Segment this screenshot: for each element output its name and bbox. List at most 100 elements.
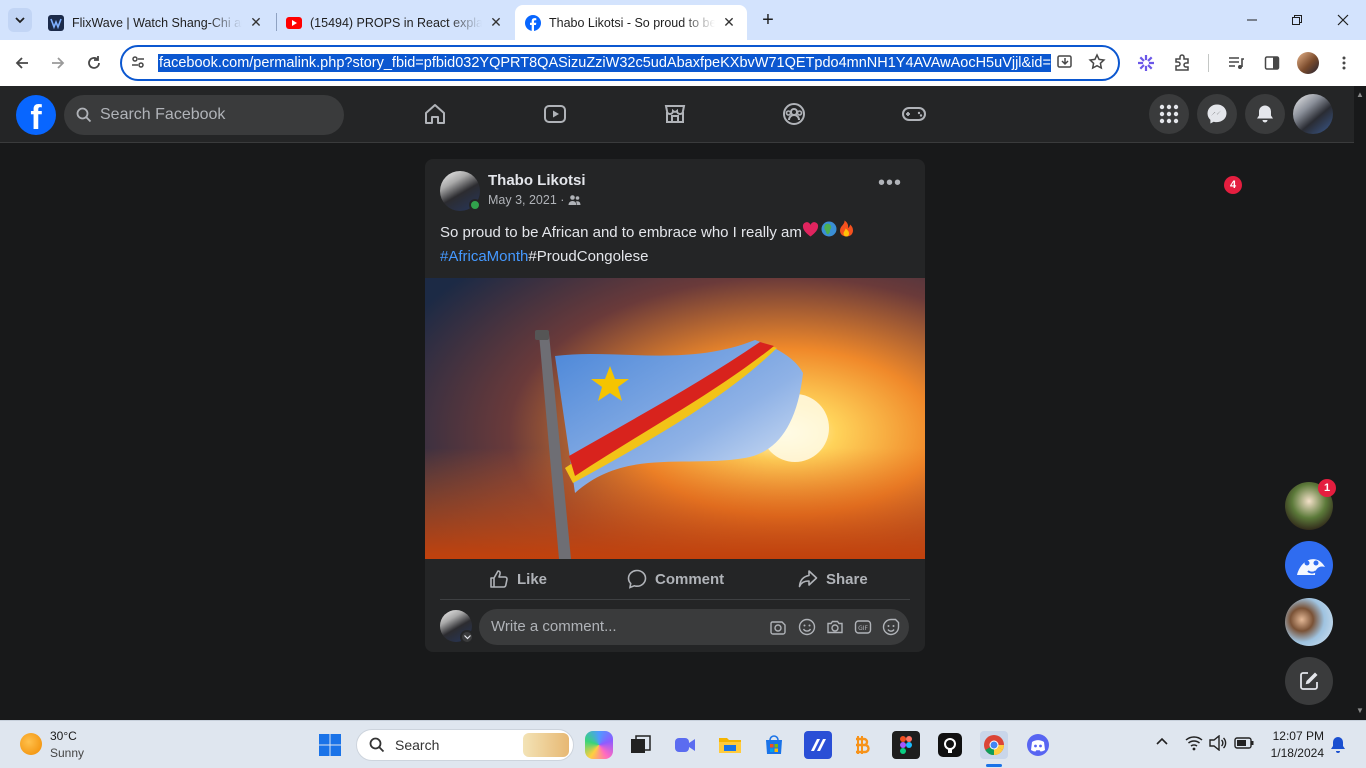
browser-toolbar: facebook.com/permalink.php?story_fbid=pf… <box>0 40 1366 86</box>
comment-input[interactable] <box>491 618 751 635</box>
windows-logo-icon <box>319 734 341 756</box>
thumbs-up-icon <box>490 570 508 588</box>
notification-bell-icon[interactable] <box>1330 736 1346 759</box>
sticker-icon[interactable] <box>881 617 901 637</box>
start-button[interactable] <box>316 731 344 759</box>
account-avatar[interactable] <box>1293 94 1333 134</box>
facebook-logo[interactable]: f <box>16 95 56 137</box>
new-message-button[interactable] <box>1285 657 1333 705</box>
forward-button[interactable] <box>44 49 72 77</box>
chrome-menu-icon[interactable] <box>1330 49 1358 77</box>
new-tab-button[interactable]: + <box>756 8 780 32</box>
battery-icon[interactable] <box>1234 736 1254 755</box>
group-chat-head[interactable] <box>1285 598 1333 646</box>
bitcoin-app-icon[interactable] <box>848 731 876 759</box>
hashtag-text[interactable]: #ProudCongolese <box>528 248 648 265</box>
post-options-icon[interactable]: ••• <box>876 173 904 201</box>
figma-icon[interactable] <box>892 731 920 759</box>
sun-weather-icon[interactable] <box>20 733 42 755</box>
facebook-search[interactable] <box>64 95 344 135</box>
tab-facebook-active[interactable]: Thabo Likotsi - So proud to be ✕ <box>515 5 747 40</box>
close-tab-icon[interactable]: ✕ <box>721 14 737 31</box>
nav-home[interactable] <box>421 100 449 128</box>
meta-ai-chat-head[interactable] <box>1285 541 1333 589</box>
github-icon[interactable] <box>936 731 964 759</box>
scroll-down-icon[interactable]: ▼ <box>1356 706 1364 715</box>
comment-box[interactable]: GIF <box>479 609 909 645</box>
messenger-icon <box>1207 104 1227 124</box>
marketplace-icon <box>664 105 686 123</box>
bookmark-star-icon[interactable] <box>1088 53 1106 76</box>
comment-button[interactable]: Comment <box>627 559 724 599</box>
minimize-button[interactable] <box>1229 0 1275 40</box>
file-explorer-icon[interactable] <box>716 731 744 759</box>
nav-gaming[interactable] <box>900 100 928 128</box>
emoji-icon[interactable] <box>797 617 817 637</box>
nav-groups[interactable] <box>780 100 808 128</box>
weather-temp[interactable]: 30°C <box>50 729 77 743</box>
post-card: Thabo Likotsi May 3, 2021 · ••• So proud… <box>425 159 925 652</box>
tab-flixwave[interactable]: FlixWave | Watch Shang-Chi and ✕ <box>38 5 274 40</box>
search-icon <box>76 107 92 123</box>
camera-icon[interactable] <box>825 617 845 637</box>
globe-africa-emoji-icon <box>821 221 837 241</box>
share-icon <box>798 570 818 588</box>
author-name[interactable]: Thabo Likotsi <box>488 172 586 189</box>
url-text[interactable]: facebook.com/permalink.php?story_fbid=pf… <box>158 54 1051 72</box>
compose-icon <box>1300 672 1318 690</box>
microsoft-store-icon[interactable] <box>760 731 788 759</box>
reload-button[interactable] <box>80 49 108 77</box>
chrome-taskbar-icon[interactable] <box>980 731 1008 759</box>
bell-icon <box>1257 105 1273 123</box>
post-image[interactable] <box>425 278 925 559</box>
reload-icon <box>88 56 100 69</box>
extension-gemini-icon[interactable] <box>1132 49 1160 77</box>
restore-button[interactable] <box>1274 0 1320 40</box>
meet-video-icon[interactable] <box>671 731 699 759</box>
back-button[interactable] <box>8 49 36 77</box>
extensions-puzzle-icon[interactable] <box>1168 49 1196 77</box>
share-button[interactable]: Share <box>798 559 868 599</box>
side-panel-icon[interactable] <box>1258 49 1286 77</box>
share-label: Share <box>826 570 868 588</box>
search-input[interactable] <box>100 106 320 124</box>
avatar-chevron-icon[interactable] <box>460 630 474 644</box>
task-view-icon[interactable] <box>627 731 655 759</box>
flixwave-icon <box>48 14 64 31</box>
clock-time[interactable]: 12:07 PM <box>1264 729 1324 743</box>
discord-icon[interactable] <box>1024 731 1052 759</box>
avatar-sticker-icon[interactable] <box>768 617 788 637</box>
minimize-icon <box>1247 19 1257 21</box>
vscode-like-icon[interactable] <box>804 731 832 759</box>
post-date[interactable]: May 3, 2021 · <box>488 193 581 207</box>
close-tab-icon[interactable]: ✕ <box>248 14 264 31</box>
messenger-button[interactable] <box>1197 94 1237 134</box>
weather-desc[interactable]: Sunny <box>50 746 84 760</box>
hashtag-link[interactable]: #AfricaMonth <box>440 248 528 265</box>
nav-video[interactable] <box>541 100 569 128</box>
gif-icon[interactable]: GIF <box>853 617 873 637</box>
taskbar-search[interactable]: Search <box>356 729 574 761</box>
clock-date[interactable]: 1/18/2024 <box>1264 746 1324 760</box>
site-info-icon[interactable] <box>130 54 146 75</box>
page-scrollbar[interactable]: ▲ ▼ <box>1354 86 1366 720</box>
show-hidden-icons-icon[interactable] <box>1155 735 1169 754</box>
scroll-up-icon[interactable]: ▲ <box>1356 90 1364 99</box>
volume-icon[interactable] <box>1209 734 1227 756</box>
nav-marketplace[interactable] <box>661 100 689 128</box>
address-bar[interactable]: facebook.com/permalink.php?story_fbid=pf… <box>120 45 1120 81</box>
install-app-icon[interactable] <box>1056 53 1074 76</box>
notifications-button[interactable] <box>1245 94 1285 134</box>
tab-search-button[interactable] <box>8 8 32 32</box>
menu-button[interactable] <box>1149 94 1189 134</box>
tab-youtube[interactable]: (15494) PROPS in React explain ✕ <box>276 5 514 40</box>
post-hashtags: #AfricaMonth#ProudCongolese <box>440 248 648 265</box>
close-tab-icon[interactable]: ✕ <box>488 14 504 31</box>
wifi-icon[interactable] <box>1185 735 1203 756</box>
like-button[interactable]: Like <box>489 559 547 599</box>
close-window-button[interactable] <box>1320 0 1366 40</box>
copilot-icon[interactable] <box>585 731 613 759</box>
media-controls-icon[interactable] <box>1222 49 1250 77</box>
profile-avatar[interactable] <box>1294 49 1322 77</box>
active-app-indicator <box>986 764 1002 767</box>
